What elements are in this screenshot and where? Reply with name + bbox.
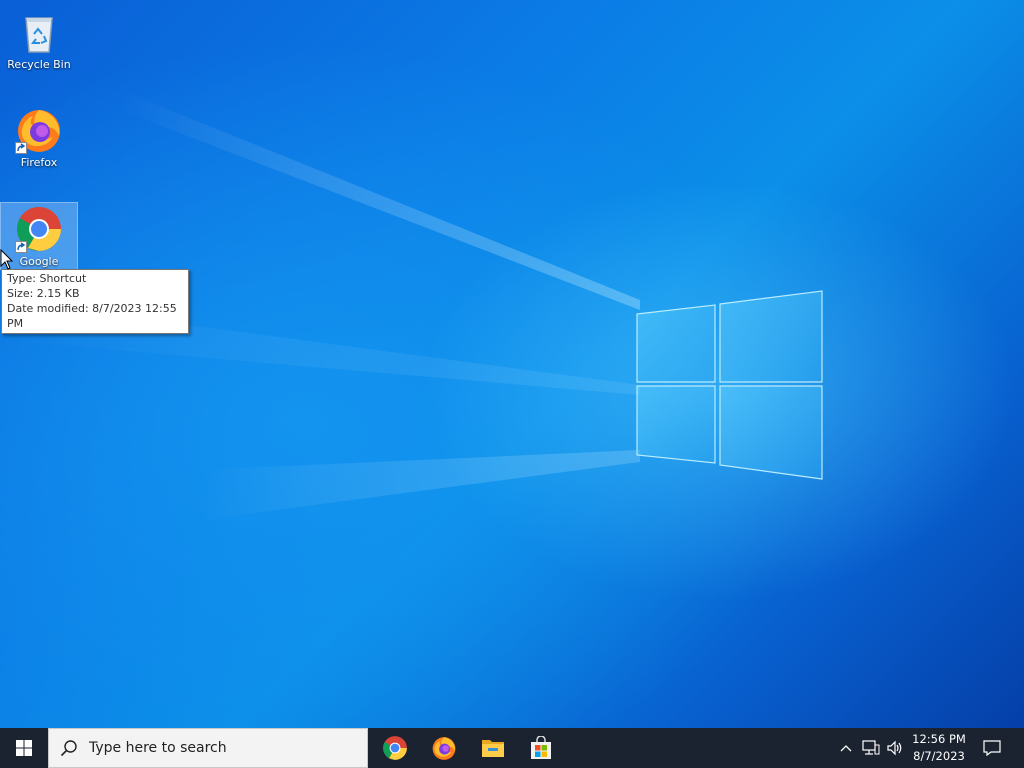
- shortcut-arrow-icon: [15, 142, 27, 154]
- taskbar-file-explorer[interactable]: [469, 728, 517, 768]
- tooltip-type: Type: Shortcut: [7, 272, 87, 285]
- tooltip-size: Size: 2.15 KB: [7, 287, 80, 300]
- microsoft-store-icon: [531, 736, 551, 759]
- volume-icon: [887, 740, 902, 756]
- chevron-up-icon: [840, 745, 852, 752]
- desktop-icon-label: Recycle Bin: [7, 58, 71, 71]
- taskbar-firefox[interactable]: [420, 728, 468, 768]
- desktop[interactable]: Recycle Bin Firefox Google Type: Shortcu…: [0, 0, 1024, 728]
- taskbar: Type here to search 12:56 PM 8/7/2023: [0, 728, 1024, 768]
- mouse-cursor-icon: [0, 249, 14, 270]
- action-center-icon: [983, 740, 1001, 756]
- volume-button[interactable]: [884, 728, 906, 768]
- desktop-icon-firefox[interactable]: Firefox: [1, 104, 77, 169]
- action-center-button[interactable]: [978, 728, 1006, 768]
- tooltip-date-modified: Date modified: 8/7/2023 12:55 PM: [7, 302, 177, 330]
- taskbar-chrome[interactable]: [371, 728, 419, 768]
- search-icon: [49, 728, 89, 768]
- windows-start-icon: [16, 740, 32, 756]
- file-explorer-icon: [482, 740, 504, 757]
- desktop-icon-recycle-bin[interactable]: Recycle Bin: [1, 6, 77, 71]
- chrome-icon: [15, 205, 63, 253]
- recycle-bin-icon: [15, 8, 63, 56]
- network-icon: [862, 740, 880, 755]
- firefox-icon: [15, 106, 63, 154]
- taskbar-microsoft-store[interactable]: [517, 728, 565, 768]
- windows-logo-wallpaper: [636, 290, 823, 480]
- show-hidden-icons-button[interactable]: [836, 728, 856, 768]
- shortcut-arrow-icon: [15, 241, 27, 253]
- network-button[interactable]: [860, 728, 882, 768]
- taskbar-search-box[interactable]: Type here to search: [48, 728, 368, 768]
- clock-time: 12:56 PM: [912, 732, 966, 746]
- desktop-icon-label: Firefox: [20, 156, 58, 169]
- clock-date: 8/7/2023: [913, 749, 965, 763]
- firefox-icon: [432, 737, 456, 760]
- search-placeholder: Type here to search: [89, 740, 227, 756]
- start-button[interactable]: [0, 728, 48, 768]
- shortcut-tooltip: Type: Shortcut Size: 2.15 KB Date modifi…: [1, 269, 189, 334]
- chrome-icon: [383, 736, 407, 760]
- taskbar-clock[interactable]: 12:56 PM 8/7/2023: [906, 728, 972, 768]
